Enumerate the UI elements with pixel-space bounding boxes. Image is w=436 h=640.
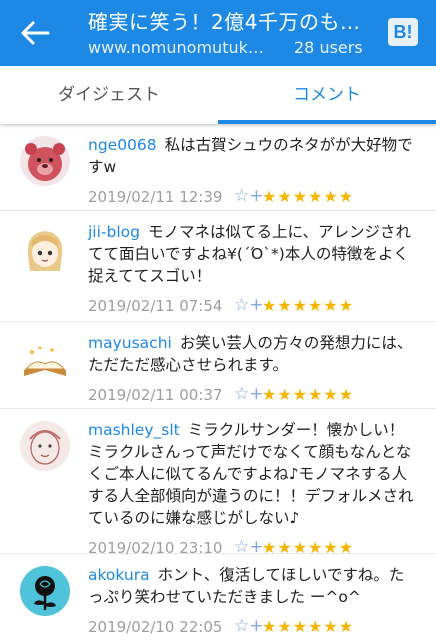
comment-meta: 2019/02/10 22:05 ☆+ ★★★★★★ xyxy=(88,616,418,640)
comment-text: akokura ホント、復活してほしいですね。たっぷり笑わせていただきました ー^… xyxy=(88,566,405,606)
back-arrow-icon[interactable] xyxy=(18,18,52,48)
bear-avatar-icon xyxy=(25,143,65,181)
comment-meta: 2019/02/11 12:39 ☆+ ★★★★★★ xyxy=(88,186,418,210)
comment-username[interactable]: mashley_slt xyxy=(88,421,180,439)
comment-username[interactable]: akokura xyxy=(88,566,150,584)
comment-text: mashley_slt ミラクルサンダー！懐かしい！ミラクルさんって声だけでなくて… xyxy=(88,421,414,527)
comment-list: nge0068 私は古賀シュウのネタがが大好物ですw 2019/02/11 12:… xyxy=(0,124,436,640)
app-bar: 確実に笑う！2億4千万のも… www.nomunomutuk… 28 users… xyxy=(0,0,436,66)
comment-item: mayusachi お笑い芸人の方々の発想力には、ただただ感心させられます。 20… xyxy=(0,322,436,409)
page-title: 確実に笑う！2億4千万のも… xyxy=(88,10,361,34)
comment-username[interactable]: jii-blog xyxy=(88,223,140,241)
comment-meta: 2019/02/11 00:37 ☆+ ★★★★★★ xyxy=(88,384,418,408)
avatar[interactable] xyxy=(20,566,70,616)
user-count: 28 users xyxy=(294,38,363,57)
comment-date: 2019/02/11 07:54 xyxy=(88,297,223,315)
star-rating[interactable]: ★★★★★★ xyxy=(262,617,354,636)
active-tab-indicator xyxy=(218,120,436,124)
comment-username[interactable]: mayusachi xyxy=(88,334,172,352)
star-rating[interactable]: ★★★★★★ xyxy=(262,296,354,315)
comment-date: 2019/02/10 22:05 xyxy=(88,618,223,636)
comment-meta: 2019/02/11 07:54 ☆+ ★★★★★★ xyxy=(88,295,418,319)
tab-comment[interactable]: コメント xyxy=(218,66,436,124)
avatar[interactable] xyxy=(20,225,70,275)
comment-text: jii-blog モノマネは似てる上に、アレンジされてて面白いですよね¥(´Ό`*… xyxy=(88,223,412,285)
comment-date: 2019/02/11 12:39 xyxy=(88,188,223,206)
page-url: www.nomunomutuk… xyxy=(88,38,264,57)
avatar[interactable] xyxy=(20,136,70,186)
book-avatar-icon xyxy=(24,346,66,376)
sketch-face-avatar-icon xyxy=(29,430,61,465)
comment-text: nge0068 私は古賀シュウのネタがが大好物ですw xyxy=(88,136,413,176)
avatar[interactable] xyxy=(20,421,70,471)
add-star-icon[interactable]: ☆+ xyxy=(234,384,263,404)
star-rating[interactable]: ★★★★★★ xyxy=(262,385,354,404)
add-star-icon[interactable]: ☆+ xyxy=(234,616,263,636)
comment-username[interactable]: nge0068 xyxy=(88,136,157,154)
comment-item: mashley_slt ミラクルサンダー！懐かしい！ミラクルさんって声だけでなくて… xyxy=(0,409,436,557)
rose-avatar-icon xyxy=(34,576,56,610)
add-star-icon[interactable]: ☆+ xyxy=(234,186,263,206)
comment-text: mayusachi お笑い芸人の方々の発想力には、ただただ感心させられます。 xyxy=(88,334,413,374)
hatena-bookmark-icon[interactable]: B! xyxy=(388,18,418,46)
avatar[interactable] xyxy=(20,336,70,386)
star-rating[interactable]: ★★★★★★ xyxy=(262,187,354,206)
comment-date: 2019/02/11 00:37 xyxy=(88,386,223,404)
comment-item: akokura ホント、復活してほしいですね。たっぷり笑わせていただきました ー^… xyxy=(0,554,436,640)
add-star-icon[interactable]: ☆+ xyxy=(234,295,263,315)
tab-digest[interactable]: ダイジェスト xyxy=(0,66,218,124)
tab-bar: ダイジェスト コメント xyxy=(0,66,436,124)
comment-item: nge0068 私は古賀シュウのネタがが大好物ですw 2019/02/11 12:… xyxy=(0,124,436,211)
comment-item: jii-blog モノマネは似てる上に、アレンジされてて面白いですよね¥(´Ό`*… xyxy=(0,211,436,322)
anime-girl-avatar-icon xyxy=(27,231,63,271)
